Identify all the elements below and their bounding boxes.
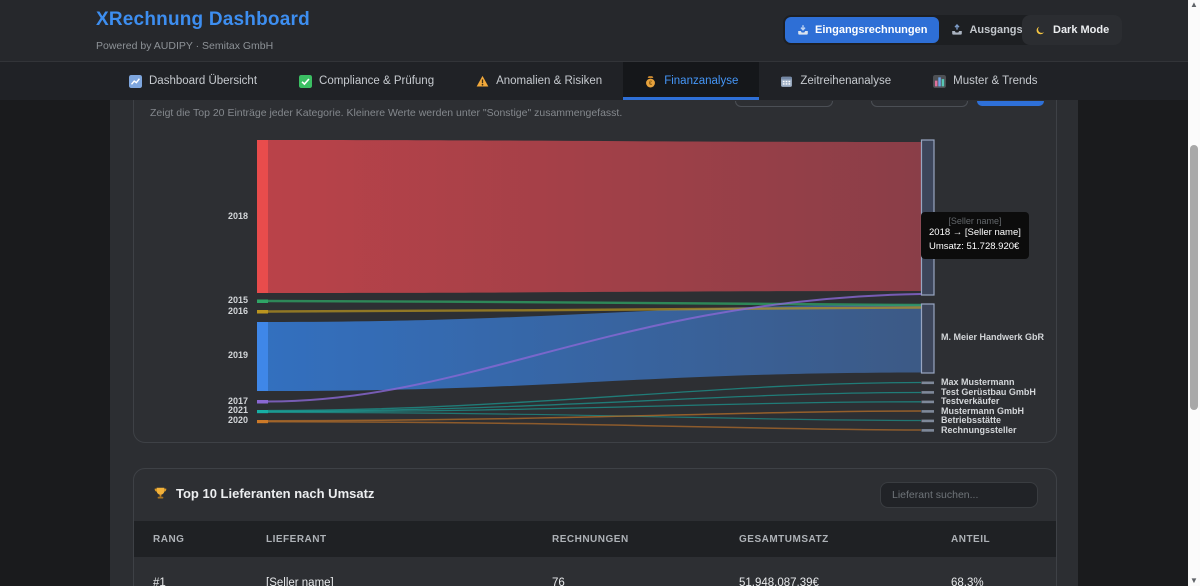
- table-title: Top 10 Lieferanten nach Umsatz: [153, 486, 374, 501]
- source-label-2019: 2019: [186, 350, 248, 360]
- tab-label: Anomalien & Risiken: [496, 75, 602, 87]
- tab-label: Dashboard Übersicht: [149, 75, 257, 87]
- warning-icon: [476, 75, 489, 88]
- dark-mode-label: Dark Mode: [1053, 24, 1109, 36]
- chart-filter-select-2[interactable]: [871, 101, 968, 107]
- check-icon: [299, 75, 312, 88]
- cell-rechnungen: 76: [552, 577, 739, 586]
- tab-label: Muster & Trends: [953, 75, 1037, 87]
- table-header-row: RANG LIEFERANT RECHNUNGEN GESAMTUMSATZ A…: [134, 521, 1056, 557]
- tab-dashboard-uebersicht[interactable]: Dashboard Übersicht: [108, 62, 278, 100]
- lieferant-search-input[interactable]: [880, 482, 1038, 508]
- cell-rang: #1: [153, 577, 266, 586]
- scrollbar-up-arrow[interactable]: ▲: [1188, 0, 1200, 10]
- col-gesamtumsatz: GESAMTUMSATZ: [739, 534, 951, 545]
- top-lieferanten-card: Top 10 Lieferanten nach Umsatz RANG LIEF…: [133, 468, 1057, 586]
- table-title-text: Top 10 Lieferanten nach Umsatz: [176, 486, 374, 501]
- col-rang: RANG: [153, 534, 266, 545]
- flow-2018-seller[interactable]: [268, 140, 922, 293]
- scrollbar-down-arrow[interactable]: ▼: [1188, 576, 1200, 586]
- dashboard-chart-icon: [129, 75, 142, 88]
- node-test-geruestbau[interactable]: [922, 391, 935, 394]
- cell-lieferant: [Seller name]: [266, 577, 552, 586]
- page-scrollbar[interactable]: ▲ ▼: [1188, 0, 1200, 586]
- flow-2019-meier[interactable]: [268, 305, 922, 392]
- tab-anomalien-risiken[interactable]: Anomalien & Risiken: [455, 62, 623, 100]
- scrollbar-thumb[interactable]: [1190, 145, 1198, 410]
- node-2021[interactable]: [257, 410, 268, 413]
- col-rechnungen: RECHNUNGEN: [552, 534, 739, 545]
- chart-apply-button[interactable]: [977, 101, 1044, 106]
- node-mustermann-gmbh[interactable]: [922, 410, 935, 413]
- tab-finanzanalyse[interactable]: € Finanzanalyse: [623, 62, 759, 100]
- tab-label: Compliance & Prüfung: [319, 75, 434, 87]
- table-row[interactable]: #1 [Seller name] 76 51.948.087,39€ 68.3%: [134, 557, 1056, 586]
- target-label-betriebsstaette: Betriebsstätte: [941, 415, 1001, 425]
- chart-description: Zeigt die Top 20 Einträge jeder Kategori…: [150, 107, 622, 119]
- tab-muster-trends[interactable]: Muster & Trends: [912, 62, 1058, 100]
- target-label-testverkaeufer: Testverkäufer: [941, 396, 999, 406]
- app-subtitle: Powered by AUDIPY · Semitax GmbH: [96, 40, 273, 52]
- flow-2021-b[interactable]: [268, 393, 921, 412]
- node-meier-handwerk[interactable]: [922, 304, 935, 373]
- eingangsrechnungen-label: Eingangsrechnungen: [815, 24, 927, 36]
- cell-anteil: 68.3%: [951, 577, 1056, 586]
- trophy-icon: [153, 486, 168, 501]
- source-label-2016: 2016: [186, 306, 248, 316]
- app-title: XRechnung Dashboard: [96, 9, 310, 31]
- source-label-2015: 2015: [186, 295, 248, 305]
- tooltip-node-name: [Seller name]: [929, 216, 1021, 226]
- flow-2015[interactable]: [268, 301, 921, 305]
- source-label-2021: 2021: [186, 405, 248, 415]
- inbox-tray-icon: [797, 24, 809, 36]
- dark-mode-button[interactable]: Dark Mode: [1022, 15, 1122, 45]
- node-2015[interactable]: [257, 300, 268, 304]
- outbox-tray-icon: [951, 24, 963, 36]
- eingangsrechnungen-button[interactable]: Eingangsrechnungen: [785, 17, 939, 43]
- chart-filter-select-1[interactable]: [735, 101, 833, 107]
- app-header: XRechnung Dashboard Powered by AUDIPY · …: [0, 0, 1188, 62]
- tooltip-value: Umsatz: 51.728.920€: [929, 240, 1021, 254]
- main-nav: Dashboard Übersicht Compliance & Prüfung…: [0, 62, 1188, 100]
- flow-2020-b[interactable]: [268, 422, 921, 430]
- cell-gesamtumsatz: 51.948.087,39€: [739, 577, 951, 586]
- col-lieferant: LIEFERANT: [266, 534, 552, 545]
- chart-tooltip: [Seller name] 2018 → [Seller name] Umsat…: [921, 212, 1029, 259]
- bar-chart-icon: [933, 75, 946, 88]
- node-2020[interactable]: [257, 420, 268, 423]
- source-label-2018: 2018: [186, 211, 248, 221]
- col-anteil: ANTEIL: [951, 534, 1056, 545]
- tab-label: Zeitreihenanalyse: [800, 75, 891, 87]
- node-2016[interactable]: [257, 310, 268, 314]
- node-2019[interactable]: [257, 322, 268, 391]
- node-2017[interactable]: [257, 400, 268, 404]
- node-betriebsstaette[interactable]: [922, 420, 935, 423]
- node-max-mustermann[interactable]: [922, 382, 935, 385]
- sankey-diagram[interactable]: [133, 120, 1057, 443]
- tab-compliance-pruefung[interactable]: Compliance & Prüfung: [278, 62, 455, 100]
- calendar-icon: [780, 75, 793, 88]
- node-testverkaeufer[interactable]: [922, 401, 935, 404]
- moon-icon: [1035, 25, 1046, 36]
- source-label-2020: 2020: [186, 415, 248, 425]
- money-bag-icon: €: [644, 75, 657, 88]
- tab-zeitreihenanalyse[interactable]: Zeitreihenanalyse: [759, 62, 912, 100]
- tooltip-flow: 2018 → [Seller name]: [929, 226, 1021, 240]
- main-content: Zeigt die Top 20 Einträge jeder Kategori…: [0, 100, 1188, 586]
- target-label-rechnungssteller: Rechnungssteller: [941, 425, 1017, 435]
- target-label-max-mustermann: Max Mustermann: [941, 377, 1015, 387]
- tab-label: Finanzanalyse: [664, 75, 738, 87]
- node-2018[interactable]: [257, 140, 268, 293]
- node-rechnungssteller[interactable]: [922, 429, 935, 432]
- target-label-meier: M. Meier Handwerk GbR: [941, 332, 1044, 342]
